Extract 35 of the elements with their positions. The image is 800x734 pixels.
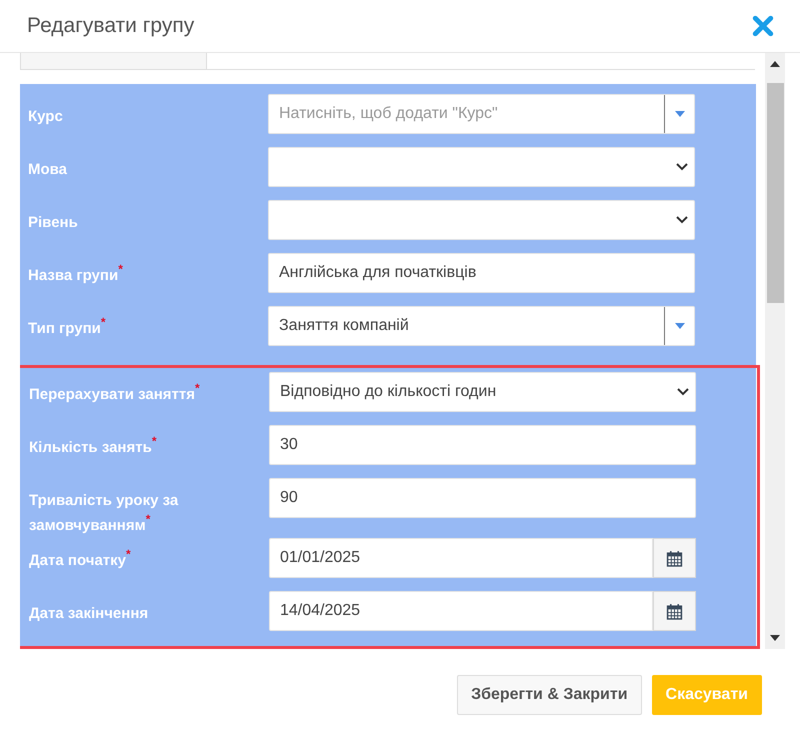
dropdown-field[interactable] [268,200,695,240]
date-field[interactable]: 14/04/2025 [269,591,653,631]
dropdown-field[interactable] [268,147,695,187]
chevron-down-icon [676,216,688,224]
field-label: Назва групи$^{*}$ [28,263,123,286]
dropdown-arrow-icon [675,323,685,329]
close-icon[interactable] [752,15,774,37]
field-label: Дата закінчення [29,604,148,624]
field-label: Тривалість уроку за замовчуванням$^{*}$ [29,491,180,536]
field-label: Курс [28,107,63,127]
field-label: Кількість занять$^{*}$ [29,435,156,458]
dropdown-field[interactable]: Відповідно до кількості годин [269,372,696,412]
save-button[interactable]: Зберегти & Закрити [457,675,642,715]
calendar-icon [666,550,683,566]
calendar-icon [666,602,683,620]
dialog-title: Редагувати групу [27,14,194,38]
field-label: Дата початку$^{*}$ [29,548,131,571]
field-label: Тип групи$^{*}$ [28,316,106,339]
chevron-down-icon [676,163,688,171]
scroll-down-icon[interactable] [770,635,780,641]
field-label: Перерахувати заняття$^{*}$ [29,382,200,405]
input-field[interactable]: 90 [269,478,696,518]
date-field[interactable]: 01/01/2025 [269,538,653,578]
dropdown-arrow-icon [675,111,685,117]
scroll-thumb[interactable] [766,83,784,303]
field-label: Мова [28,160,68,180]
calendar-button[interactable] [653,538,696,578]
scrollbar[interactable] [765,53,785,649]
input-field[interactable]: 30 [269,425,696,465]
field-label: Рівень [28,213,78,233]
calendar-button[interactable] [653,591,696,631]
input-field[interactable]: Англійська для початківців [268,253,695,293]
combo-box[interactable]: Заняття компаній [268,306,695,346]
chevron-down-icon [677,388,689,396]
scroll-up-icon[interactable] [770,61,780,67]
